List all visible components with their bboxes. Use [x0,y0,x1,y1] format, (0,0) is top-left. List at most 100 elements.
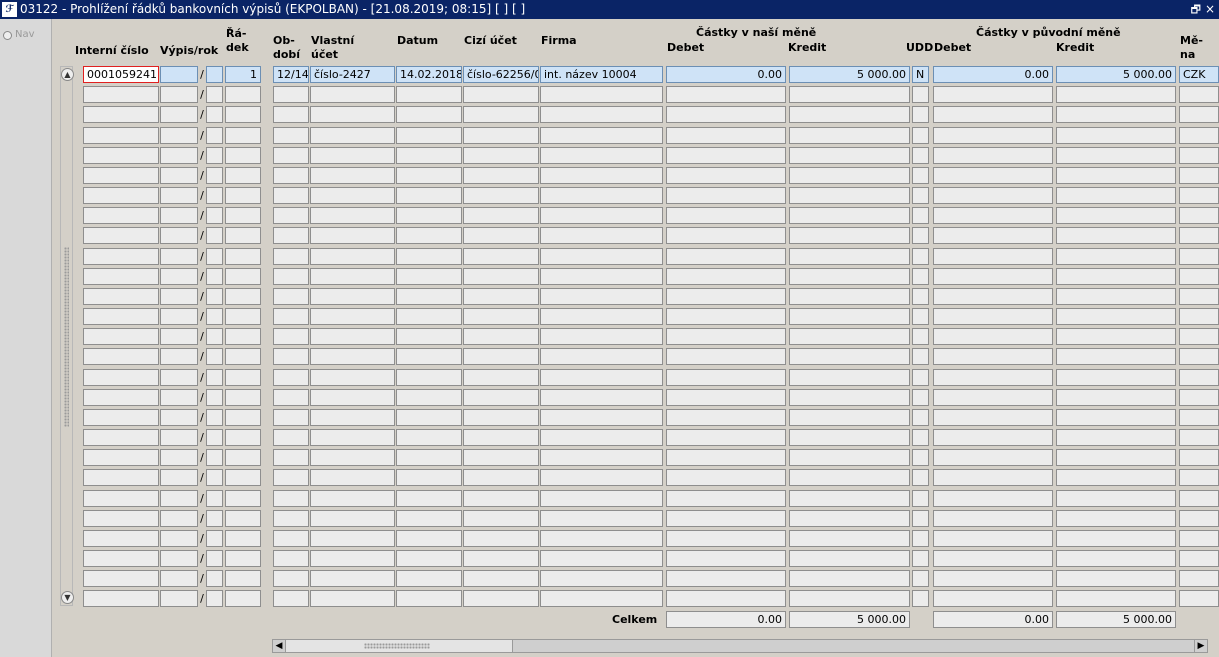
debet-nase-field[interactable] [666,248,786,265]
debet-puvodni-field[interactable] [933,429,1053,446]
vypis-field[interactable] [160,227,198,244]
vlastni-ucet-field[interactable]: číslo-2427 [310,66,395,83]
mena-field[interactable] [1179,207,1219,224]
kredit-puvodni-field[interactable] [1056,248,1176,265]
datum-field[interactable] [396,187,462,204]
mena-field[interactable] [1179,449,1219,466]
firma-field[interactable] [540,550,663,567]
debet-puvodni-field[interactable] [933,328,1053,345]
rok-field[interactable] [206,308,223,325]
debet-nase-field[interactable] [666,449,786,466]
vypis-field[interactable] [160,268,198,285]
radek-field[interactable] [225,449,261,466]
vypis-field[interactable] [160,429,198,446]
interni-cislo-field[interactable] [83,369,159,386]
obdobi-field[interactable] [273,550,309,567]
datum-field[interactable] [396,469,462,486]
rok-field[interactable] [206,490,223,507]
rok-field[interactable] [206,106,223,123]
vypis-field[interactable] [160,187,198,204]
debet-puvodni-field[interactable]: 0.00 [933,66,1053,83]
obdobi-field[interactable] [273,127,309,144]
datum-field[interactable] [396,510,462,527]
obdobi-field[interactable] [273,409,309,426]
debet-nase-field[interactable] [666,268,786,285]
datum-field[interactable] [396,328,462,345]
udd-field[interactable] [912,308,929,325]
interni-cislo-field[interactable] [83,167,159,184]
vypis-field[interactable] [160,409,198,426]
rok-field[interactable] [206,369,223,386]
kredit-nase-field[interactable] [789,570,910,587]
rok-field[interactable] [206,86,223,103]
mena-field[interactable] [1179,510,1219,527]
debet-puvodni-field[interactable] [933,510,1053,527]
interni-cislo-field[interactable] [83,530,159,547]
kredit-puvodni-field[interactable] [1056,409,1176,426]
debet-puvodni-field[interactable] [933,86,1053,103]
cizi-ucet-field[interactable] [463,127,539,144]
debet-puvodni-field[interactable] [933,590,1053,607]
rok-field[interactable] [206,147,223,164]
kredit-nase-field[interactable] [789,590,910,607]
radek-field[interactable] [225,490,261,507]
udd-field[interactable] [912,207,929,224]
udd-field[interactable] [912,550,929,567]
firma-field[interactable] [540,187,663,204]
datum-field[interactable] [396,550,462,567]
datum-field[interactable] [396,147,462,164]
firma-field[interactable] [540,147,663,164]
interni-cislo-field[interactable] [83,429,159,446]
radek-field[interactable] [225,348,261,365]
vlastni-ucet-field[interactable] [310,248,395,265]
udd-field[interactable] [912,106,929,123]
kredit-nase-field[interactable] [789,348,910,365]
rok-field[interactable] [206,550,223,567]
kredit-puvodni-field[interactable] [1056,167,1176,184]
firma-field[interactable] [540,389,663,406]
firma-field[interactable] [540,86,663,103]
debet-puvodni-field[interactable] [933,409,1053,426]
debet-nase-field[interactable] [666,147,786,164]
udd-field[interactable] [912,328,929,345]
vypis-field[interactable] [160,66,198,83]
cizi-ucet-field[interactable] [463,248,539,265]
interni-cislo-field[interactable] [83,328,159,345]
mena-field[interactable] [1179,187,1219,204]
firma-field[interactable] [540,207,663,224]
kredit-puvodni-field[interactable] [1056,308,1176,325]
datum-field[interactable]: 14.02.2018 [396,66,462,83]
kredit-puvodni-field[interactable] [1056,490,1176,507]
vypis-field[interactable] [160,106,198,123]
rok-field[interactable] [206,207,223,224]
datum-field[interactable] [396,490,462,507]
debet-puvodni-field[interactable] [933,550,1053,567]
interni-cislo-field[interactable] [83,409,159,426]
udd-field[interactable] [912,127,929,144]
kredit-nase-field[interactable] [789,449,910,466]
vlastni-ucet-field[interactable] [310,550,395,567]
debet-nase-field[interactable] [666,207,786,224]
radek-field[interactable] [225,469,261,486]
cizi-ucet-field[interactable] [463,469,539,486]
udd-field[interactable] [912,409,929,426]
mena-field[interactable] [1179,409,1219,426]
kredit-puvodni-field[interactable] [1056,127,1176,144]
kredit-puvodni-field[interactable] [1056,429,1176,446]
vlastni-ucet-field[interactable] [310,268,395,285]
kredit-puvodni-field[interactable] [1056,530,1176,547]
datum-field[interactable] [396,106,462,123]
kredit-nase-field[interactable] [789,550,910,567]
debet-nase-field[interactable] [666,106,786,123]
obdobi-field[interactable] [273,510,309,527]
kredit-nase-field[interactable] [789,328,910,345]
obdobi-field[interactable] [273,167,309,184]
vypis-field[interactable] [160,490,198,507]
vlastni-ucet-field[interactable] [310,469,395,486]
vypis-field[interactable] [160,288,198,305]
debet-puvodni-field[interactable] [933,490,1053,507]
udd-field[interactable] [912,369,929,386]
kredit-puvodni-field[interactable] [1056,570,1176,587]
radek-field[interactable] [225,106,261,123]
vypis-field[interactable] [160,550,198,567]
